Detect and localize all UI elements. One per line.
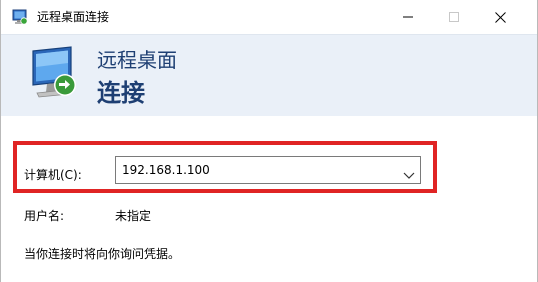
computer-combobox[interactable] xyxy=(115,156,421,184)
header-banner: 远程桌面 连接 xyxy=(1,34,537,117)
window-title: 远程桌面连接 xyxy=(37,10,110,24)
close-button[interactable] xyxy=(477,0,523,34)
close-icon xyxy=(494,11,506,23)
username-value: 未指定 xyxy=(115,209,152,223)
remote-desktop-icon xyxy=(12,9,28,25)
chevron-down-icon[interactable] xyxy=(403,165,415,179)
maximize-button[interactable] xyxy=(431,0,477,34)
credentials-hint: 当你连接时将向你询问凭据。 xyxy=(24,247,181,261)
username-label: 用户名: xyxy=(24,209,65,223)
computer-input[interactable] xyxy=(122,162,392,178)
header-title-line1: 远程桌面 xyxy=(97,48,177,72)
remote-desktop-window: 远程桌面连接 远程桌面 连接 计算机(C): 192.168.1.100 用户名… xyxy=(0,0,538,282)
maximize-icon xyxy=(449,12,459,22)
computer-label: 计算机(C): xyxy=(24,168,82,182)
minimize-icon xyxy=(403,16,413,18)
minimize-button[interactable] xyxy=(385,0,431,34)
monitor-connection-icon xyxy=(25,45,87,107)
header-title-line2: 连接 xyxy=(97,79,145,107)
connection-form: 计算机(C): 用户名: 未指定 当你连接时将向你询问凭据。 xyxy=(1,116,537,282)
title-bar[interactable]: 远程桌面连接 xyxy=(1,0,537,34)
